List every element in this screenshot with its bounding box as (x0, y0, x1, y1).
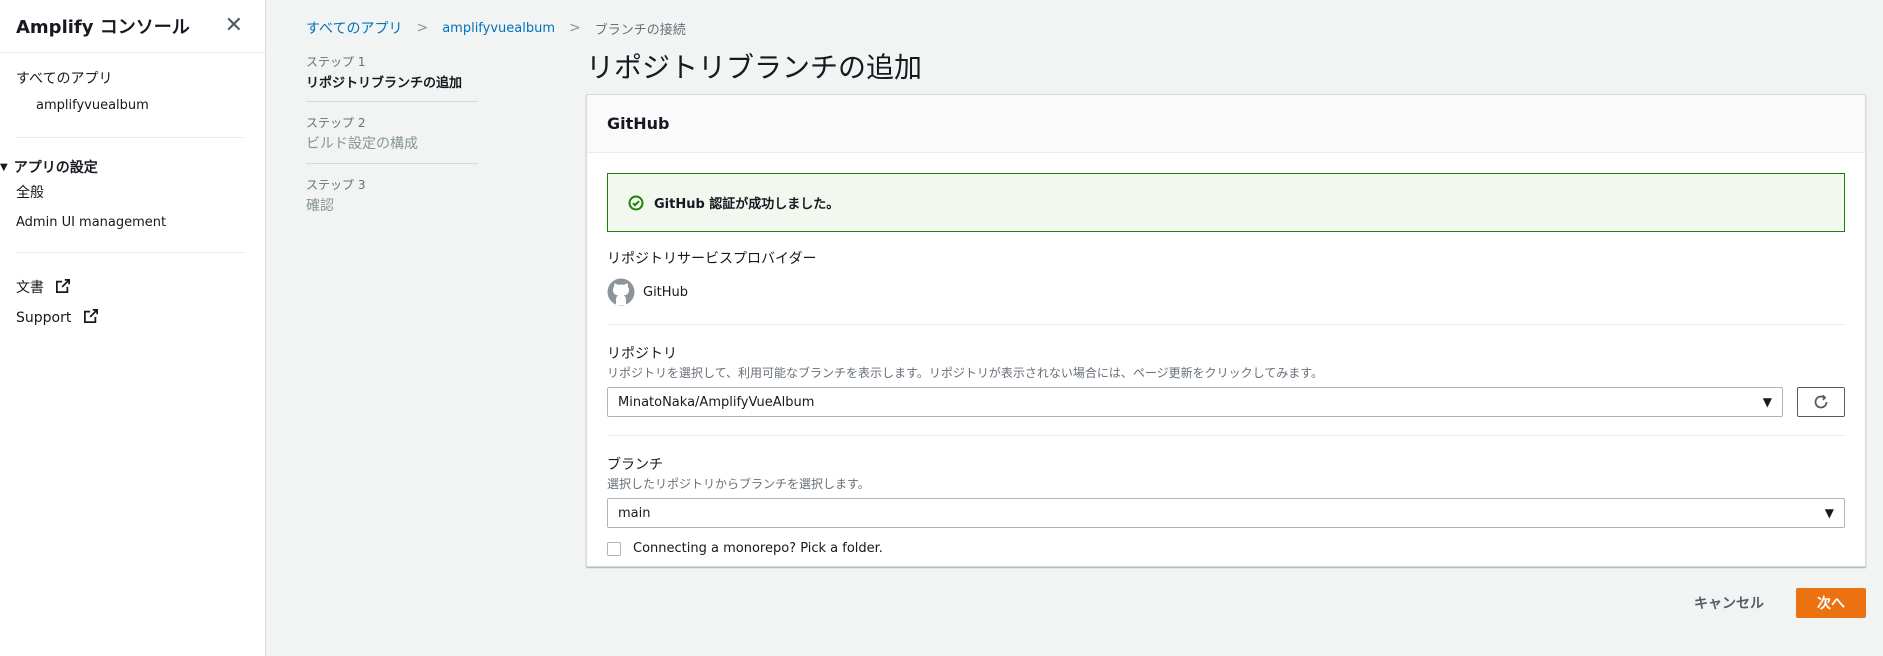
breadcrumb-app[interactable]: amplifyvuealbum (442, 21, 555, 36)
monorepo-label: Connecting a monorepo? Pick a folder. (633, 541, 883, 556)
alert-message: GitHub 認証が成功しました。 (654, 197, 840, 212)
provider-label: リポジトリサービスプロバイダー (607, 251, 817, 267)
success-alert: GitHub 認証が成功しました。 (607, 173, 1845, 232)
step-number: ステップ 2 (306, 116, 366, 130)
sidebar-group-app-settings[interactable]: ▼ アプリの設定 (0, 156, 249, 178)
external-link-icon (56, 279, 71, 293)
breadcrumb: すべてのアプリ > amplifyvuealbum > ブランチの接続 (306, 18, 686, 38)
divider (607, 435, 1845, 436)
sidebar-item-support[interactable]: Support (16, 303, 249, 333)
branch-select[interactable]: main ▼ (607, 498, 1845, 528)
cancel-button[interactable]: キャンセル (1680, 588, 1778, 618)
check-circle-icon (628, 195, 644, 210)
sidebar-item-all-apps[interactable]: すべてのアプリ (16, 67, 249, 91)
provider-name: GitHub (643, 284, 689, 300)
sidebar: Amplify コンソール ✕ すべてのアプリ amplifyvuealbum … (0, 0, 266, 656)
close-icon[interactable]: ✕ (225, 15, 243, 37)
provider: GitHub (607, 278, 1845, 306)
github-panel: GitHub GitHub 認証が成功しました。 リポジトリサービスプロバイダー… (586, 94, 1866, 567)
chevron-right-icon: > (569, 20, 581, 36)
step-label: 確認 (306, 198, 334, 214)
repo-select[interactable]: MinatoNaka/AmplifyVueAlbum ▼ (607, 387, 1783, 417)
breadcrumb-current: ブランチの接続 (594, 22, 686, 38)
sidebar-group-label: アプリの設定 (13, 160, 98, 176)
step-number: ステップ 3 (306, 178, 366, 192)
monorepo-checkbox[interactable] (607, 541, 621, 556)
caret-down-icon: ▼ (1824, 506, 1834, 520)
next-button[interactable]: 次へ (1796, 588, 1866, 618)
sidebar-item-general[interactable]: 全般 (0, 178, 249, 208)
page-title: リポジトリブランチの追加 (586, 51, 923, 84)
divider (607, 324, 1845, 325)
branch-label: ブランチ (607, 457, 663, 473)
chevron-right-icon: > (416, 20, 429, 36)
repo-label: リポジトリ (607, 346, 677, 362)
github-icon (607, 278, 635, 306)
branch-select-value: main (618, 505, 651, 521)
step-3: ステップ 3 確認 (306, 176, 478, 225)
sidebar-header: Amplify コンソール ✕ (0, 0, 265, 53)
branch-description: 選択したリポジトリからブランチを選択します。 (607, 477, 870, 491)
caret-down-icon: ▼ (1762, 395, 1772, 409)
monorepo-option[interactable]: Connecting a monorepo? Pick a folder. (607, 541, 1845, 556)
refresh-icon (1814, 394, 1828, 409)
caret-down-icon: ▼ (0, 161, 8, 173)
step-label: リポジトリブランチの追加 (306, 76, 463, 91)
sidebar-item-docs[interactable]: 文書 (16, 273, 249, 303)
sidebar-item-app[interactable]: amplifyvuealbum (16, 91, 249, 121)
breadcrumb-all-apps[interactable]: すべてのアプリ (306, 18, 402, 38)
repo-select-value: MinatoNaka/AmplifyVueAlbum (618, 394, 815, 410)
panel-header: GitHub (587, 95, 1865, 153)
wizard-steps: ステップ 1 リポジトリブランチの追加 ステップ 2 ビルド設定の構成 ステップ… (306, 53, 478, 237)
repo-description: リポジトリを選択して、利用可能なブランチを表示します。リポジトリが表示されない場… (607, 366, 1324, 380)
sidebar-item-admin-ui[interactable]: Admin UI management (0, 208, 249, 238)
sidebar-title: Amplify コンソール (16, 17, 190, 38)
external-link-icon (83, 309, 98, 323)
step-label: ビルド設定の構成 (306, 136, 418, 152)
step-number: ステップ 1 (306, 55, 366, 69)
sidebar-item-label: Support (16, 310, 72, 326)
step-1[interactable]: ステップ 1 リポジトリブランチの追加 (306, 53, 478, 102)
step-2: ステップ 2 ビルド設定の構成 (306, 114, 478, 164)
refresh-button[interactable] (1797, 387, 1845, 417)
sidebar-item-label: 文書 (16, 280, 44, 296)
